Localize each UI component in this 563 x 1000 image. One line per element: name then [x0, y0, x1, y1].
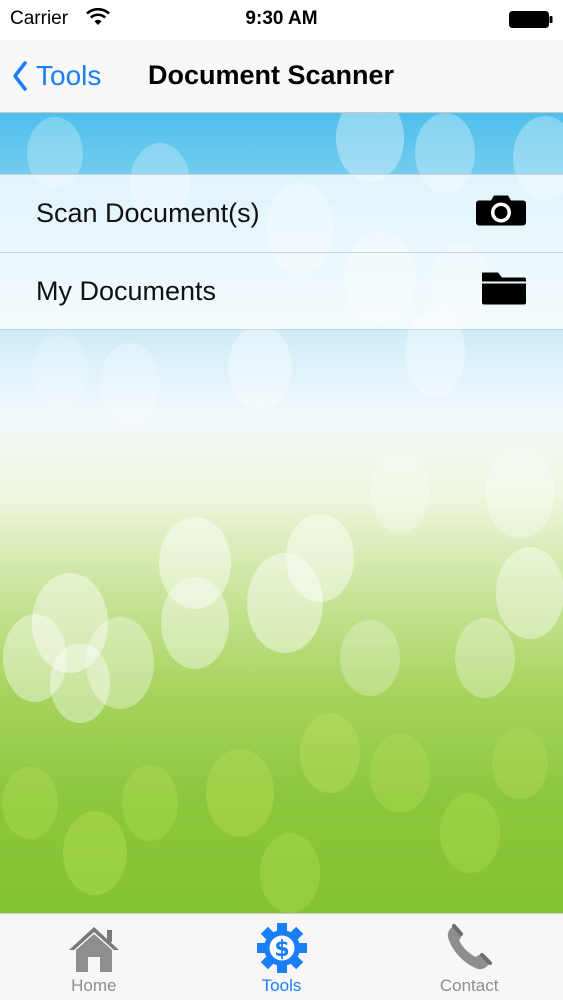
tab-label: Home	[71, 976, 117, 995]
status-bar: Carrier 9:30 AM	[0, 0, 563, 40]
folder-icon	[481, 270, 527, 313]
chevron-left-icon	[13, 61, 27, 91]
svg-text:$: $	[274, 937, 289, 962]
back-button[interactable]: Tools	[12, 54, 101, 98]
list-item-my-documents[interactable]: My Documents	[0, 252, 563, 329]
gear-dollar-icon: $	[256, 923, 307, 973]
tab-label: Tools	[261, 976, 302, 995]
tab-bar: Home $ Tools Contact	[0, 913, 563, 1000]
list-item-label: My Documents	[36, 275, 217, 306]
home-icon	[68, 927, 119, 972]
list-item-scan-documents[interactable]: Scan Document(s)	[0, 175, 563, 252]
navigation-bar: Tools Document Scanner	[0, 40, 563, 113]
phone-icon	[447, 924, 493, 970]
battery-icon	[509, 11, 553, 28]
back-button-label: Tools	[36, 60, 102, 91]
clock: 9:30 AM	[245, 8, 318, 29]
camera-icon	[475, 194, 527, 233]
tab-label: Contact	[439, 976, 499, 995]
list-item-label: Scan Document(s)	[36, 198, 260, 228]
tab-tools[interactable]: $ Tools	[188, 914, 376, 1000]
page-title: Document Scanner	[148, 60, 395, 90]
menu-list: Scan Document(s) My Documents	[0, 174, 563, 330]
tab-contact[interactable]: Contact	[375, 914, 563, 1000]
tab-home[interactable]: Home	[0, 914, 188, 1000]
